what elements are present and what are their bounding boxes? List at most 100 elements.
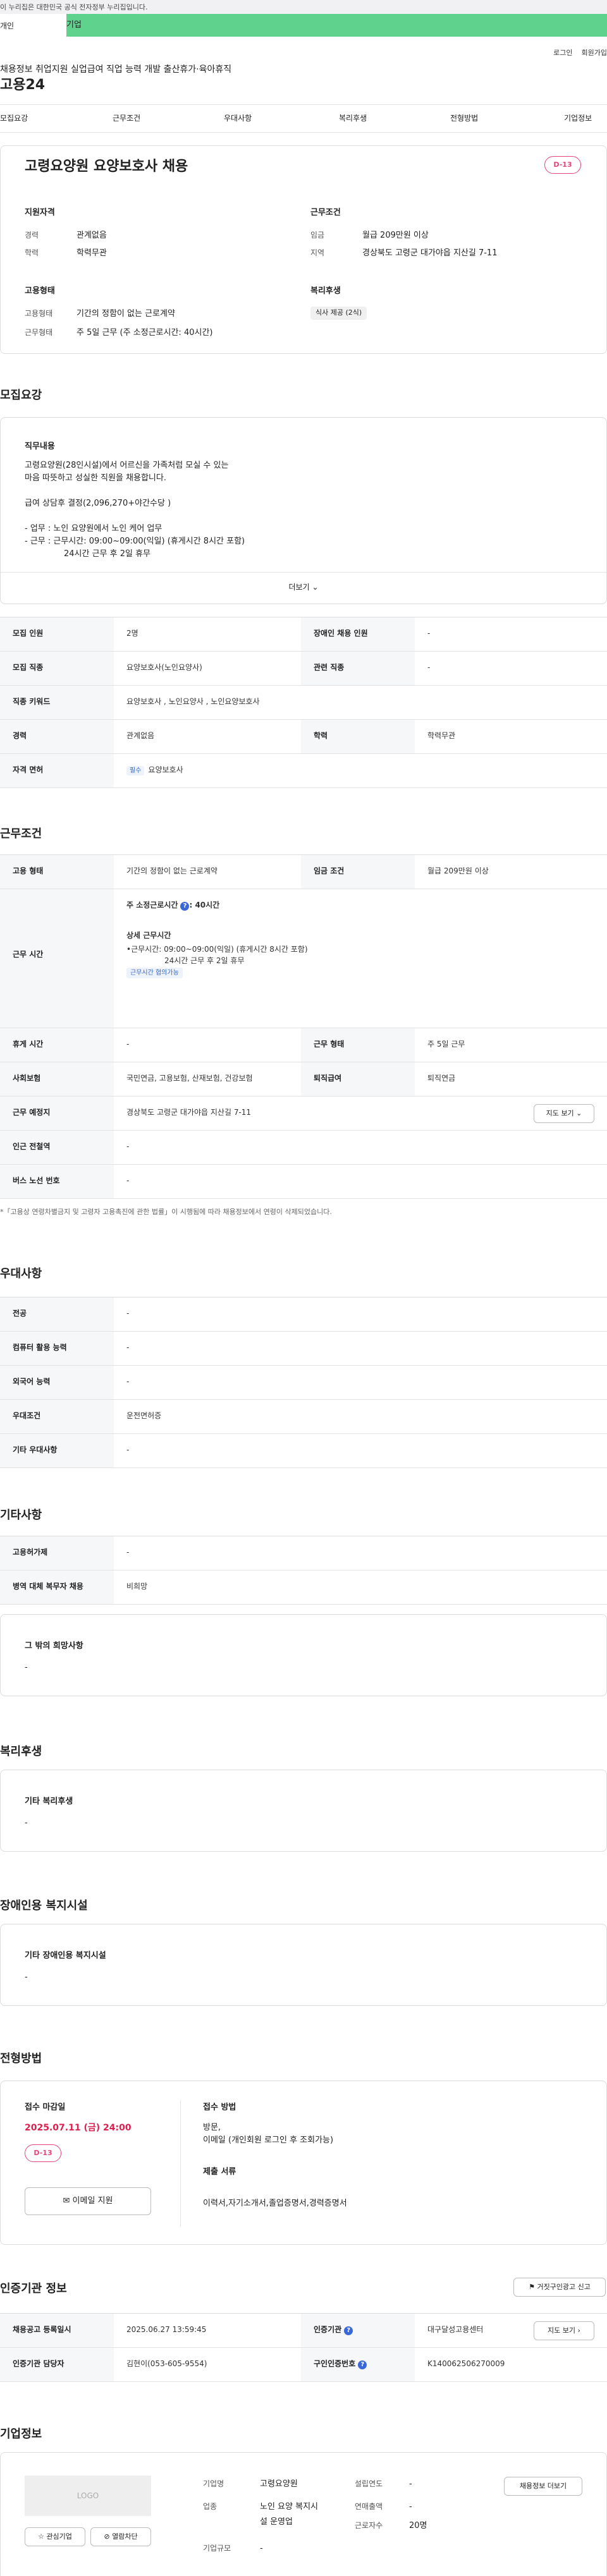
gnb-item-unemployment[interactable]: 실업급여 [71, 64, 104, 75]
gnb-item-employment[interactable]: 취업지원 [35, 64, 68, 75]
wage-label: 임금 [310, 231, 325, 240]
emp-type-value: 기간의 정함이 없는 근로계약 [77, 309, 175, 319]
snb-welfare[interactable]: 복리후생 [339, 112, 367, 124]
duty-line: 고령요양원(28인시설)에서 어르신을 가족처럼 모실 수 있는 [25, 461, 229, 470]
snb-recruit[interactable]: 모집요강 [0, 112, 28, 124]
table-row: 경력 관계없음 학력 학력무관 [0, 720, 607, 754]
career-label: 경력 [25, 231, 39, 240]
welfare-card: 기타 복리후생 - [0, 1770, 607, 1852]
qual-title: 지원자격 [25, 208, 55, 217]
emp-title: 고용형태 [25, 286, 55, 296]
gov-notice: 이 누리집은 대한민국 공식 전자정부 누리집입니다. [0, 0, 607, 14]
selection-card: 접수 마감일 2025.07.11 (금) 24:00 D-13 ✉ 이메일 지… [0, 2081, 607, 2245]
table-row: 병역 대체 복무자 채용 비희망 [0, 1571, 607, 1605]
snb-pref[interactable]: 우대사항 [224, 112, 252, 124]
table-row: 근무 시간 주 소정근로시간?: 40시간 상세 근무시간 •근무시간: 09:… [0, 889, 607, 1028]
table-row: 고용 형태 기간의 정함이 없는 근로계약 임금 조건 월급 209만원 이상 [0, 855, 607, 889]
snb-condition[interactable]: 근무조건 [113, 112, 140, 124]
table-row: 기타 우대사항 - [0, 1434, 607, 1468]
duty-title: 직무내용 [25, 442, 55, 451]
area-value: 경상북도 고령군 대가야읍 지산길 7-11 [362, 248, 498, 258]
table-row: 고용허가제 - [0, 1536, 607, 1571]
chevron-down-icon: ⌄ [312, 583, 319, 592]
chevron-right-icon: › [577, 2326, 580, 2335]
required-tag: 필수 [126, 766, 145, 775]
chevron-down-icon: ⌄ [576, 1109, 582, 1117]
wish-card: 그 밖의 희망사항 - [0, 1614, 607, 1696]
condition-table: 고용 형태 기간의 정함이 없는 근로계약 임금 조건 월급 209만원 이상 … [0, 854, 607, 1199]
favorite-company-button[interactable]: ☆ 관심기업 [25, 2527, 85, 2546]
duty-line: 마음 따뜻하고 성실한 직원을 채용합니다. [25, 473, 166, 483]
table-row: 우대조건 운전면허증 [0, 1400, 607, 1434]
table-row: 자격 면허 필수 요양보호사 [0, 754, 607, 788]
duty-line: 급여 상담후 결정(2,096,270+야간수당 ) [25, 499, 171, 508]
table-row: 사회보험 국민연금, 고용보험, 산재보험, 건강보험 퇴직급여 퇴직연금 [0, 1062, 607, 1097]
etc-section-title: 기타사항 [0, 1509, 42, 1522]
work-form-value: 주 5일 근무 (주 소정근로시간: 40시간) [77, 328, 213, 337]
false-ad-report-button[interactable]: ⚑ 거짓구인광고 신고 [513, 2278, 606, 2297]
tab-personal[interactable]: 개인 [0, 14, 66, 37]
table-row: 모집 인원 2명 장애인 채용 인원 - [0, 617, 607, 652]
age-note: *「고용상 연령차별금지 및 고령자 고용촉진에 관한 법률」이 시행됨에 따라… [0, 1208, 332, 1216]
table-row: 외국어 능력 - [0, 1366, 607, 1400]
agency-map-button[interactable]: 지도 보기 › [534, 2321, 594, 2340]
job-title: 고령요양원 요양보호사 채용 [25, 159, 188, 174]
map-button[interactable]: 지도 보기 ⌄ [534, 1104, 594, 1123]
signup-link[interactable]: 회원가입 [582, 48, 607, 63]
table-row: 버스 노선 번호 - [0, 1165, 607, 1199]
table-row: 컴퓨터 활용 능력 - [0, 1332, 607, 1366]
tab-company[interactable]: 기업 [66, 14, 607, 37]
flag-icon: ⚑ [529, 2283, 535, 2291]
block-view-button[interactable]: ⊘ 열람차단 [90, 2527, 151, 2546]
table-row: 모집 직종 요양보호사(노인요양사) 관련 직종 - [0, 652, 607, 686]
condition-section-title: 근무조건 [0, 827, 42, 841]
email-apply-button[interactable]: ✉ 이메일 지원 [25, 2187, 151, 2215]
user-type-tabs: 개인 기업 [0, 14, 607, 37]
welfare-section-title: 복리후생 [0, 1745, 42, 1758]
duty-line: - 근무 : 근무시간: 09:00~09:00(익일) (휴게시간 8시간 포… [25, 537, 245, 546]
snb-selection[interactable]: 전형방법 [450, 112, 478, 124]
welfare-title: 복리후생 [310, 286, 341, 296]
agency-section-title: 인증기관 정보 [0, 2282, 67, 2295]
gnb-item-jobs[interactable]: 채용정보 [0, 64, 33, 75]
duty-line: - 업무 : 노인 요양원에서 노인 케어 업무 [25, 524, 162, 533]
more-jobs-button[interactable]: 채용정보 더보기 [504, 2477, 582, 2496]
table-row: 휴게 시간 - 근무 형태 주 5일 근무 [0, 1028, 607, 1062]
deadline: 2025.07.11 (금) 24:00 [25, 2123, 132, 2133]
table-row: 인증기관 담당자 김현이(053-605-9554) 구인인증번호? K1400… [0, 2348, 607, 2382]
job-summary-card: 고령요양원 요양보호사 채용 D-13 지원자격 경력 관계없음 학력 학력무관… [0, 145, 607, 354]
gnb-item-training[interactable]: 직업 능력 개발 [106, 64, 161, 75]
pref-section-title: 우대사항 [0, 1267, 42, 1280]
work-form-label: 근무형태 [25, 328, 53, 337]
snb-company[interactable]: 기업정보 [564, 112, 592, 124]
mail-icon: ✉ [63, 2196, 70, 2206]
login-link[interactable]: 로그인 [553, 48, 572, 63]
edu-value: 학력무관 [77, 248, 107, 258]
duty-card: 직무내용 고령요양원(28인시설)에서 어르신을 가족처럼 모실 수 있는 마음… [0, 417, 607, 604]
gnb-item-leave[interactable]: 출산휴가·육아휴직 [164, 64, 232, 75]
disabled-card: 기타 장애인용 복지시설 - [0, 1924, 607, 2006]
company-section-title: 기업정보 [0, 2427, 42, 2441]
duty-line: 24시간 근무 후 2일 휴무 [64, 549, 151, 559]
welfare-tag: 식사 제공 (2식) [310, 307, 367, 320]
info-icon[interactable]: ? [358, 2360, 367, 2369]
wage-value: 월급 209만원 이상 [362, 231, 429, 240]
table-row: 근무 예정지 경상북도 고령군 대가야읍 지산길 7-11 지도 보기 ⌄ [0, 1097, 607, 1131]
area-label: 지역 [310, 248, 325, 257]
company-logo: LOGO [25, 2476, 151, 2516]
info-icon[interactable]: ? [344, 2326, 353, 2335]
divider [180, 2100, 181, 2227]
recruit-section-title: 모집요강 [0, 389, 42, 402]
negotiable-chip: 근무시간 협의가능 [126, 968, 183, 978]
disabled-section-title: 장애인용 복지시설 [0, 1899, 88, 1912]
table-row: 직종 키워드 요양보호사 , 노인요양사 , 노인요양보호사 [0, 686, 607, 720]
info-icon[interactable]: ? [180, 902, 190, 911]
pref-table: 전공 - 컴퓨터 활용 능력 - 외국어 능력 - 우대조건 운전면허증 기타 우대사항… [0, 1297, 607, 1468]
selection-section-title: 전형방법 [0, 2052, 42, 2065]
edu-label: 학력 [25, 248, 39, 257]
table-row: 전공 - [0, 1297, 607, 1332]
site-logo[interactable]: 고용24 [0, 75, 81, 95]
more-button[interactable]: 더보기 ⌄ [1, 572, 606, 604]
table-row: 채용공고 등록일시 2025.06.27 13:59:45 인증기관? 대구달성… [0, 2314, 607, 2348]
global-nav: 고용24 채용정보 취업지원 실업급여 직업 능력 개발 출산휴가·육아휴직 [0, 63, 607, 105]
